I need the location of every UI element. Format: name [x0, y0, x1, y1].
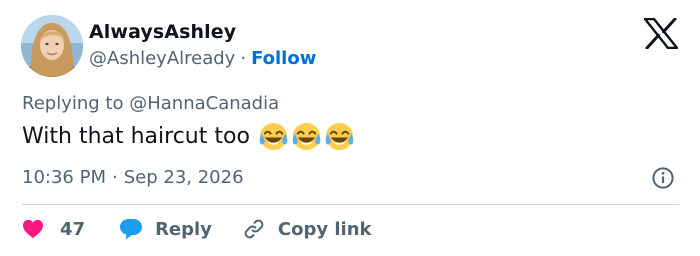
tweet-timestamp[interactable]: 10:36 PM · Sep 23, 2026	[22, 167, 244, 188]
profile-photo	[21, 15, 83, 77]
face-with-tears-of-joy-icon	[291, 121, 322, 152]
tweet-body: With that haircut too	[22, 124, 250, 149]
x-logo-icon[interactable]	[643, 17, 679, 50]
reply-to-handle[interactable]: @HannaCanadia	[129, 93, 279, 114]
separator-dot: ·	[111, 167, 118, 188]
follow-button[interactable]: Follow	[251, 48, 316, 69]
face-with-tears-of-joy-icon	[258, 121, 289, 152]
tweet-date: Sep 23, 2026	[123, 167, 244, 188]
emoji-group	[258, 121, 355, 152]
action-bar: 47 Reply Copy link	[22, 216, 372, 242]
tweet-time: 10:36 PM	[22, 167, 106, 188]
reply-label: Reply	[155, 218, 212, 240]
like-count: 47	[60, 218, 86, 240]
copy-link-button[interactable]: Copy link	[242, 217, 372, 241]
like-button[interactable]: 47	[22, 219, 85, 240]
separator-dot: ·	[240, 48, 247, 69]
heart-icon	[23, 219, 43, 239]
tweet-text: With that haircut too	[22, 121, 355, 152]
tweet-embed-card: AlwaysAshley @AshleyAlready · Follow Reply…	[0, 0, 700, 256]
divider	[22, 204, 679, 205]
author-name[interactable]: AlwaysAshley	[89, 21, 236, 43]
reply-context: Replying to @HannaCanadia	[22, 93, 279, 114]
reply-prefix: Replying to	[22, 93, 124, 114]
face-with-tears-of-joy-icon	[324, 121, 355, 152]
avatar[interactable]	[21, 15, 83, 77]
author-handle-row: @AshleyAlready · Follow	[89, 48, 316, 69]
author-handle[interactable]: @AshleyAlready	[89, 48, 235, 69]
reply-bubble-icon	[120, 219, 143, 240]
link-icon	[244, 219, 264, 239]
copy-link-label: Copy link	[277, 218, 372, 240]
info-icon[interactable]	[651, 166, 675, 190]
reply-button[interactable]: Reply	[119, 218, 212, 240]
